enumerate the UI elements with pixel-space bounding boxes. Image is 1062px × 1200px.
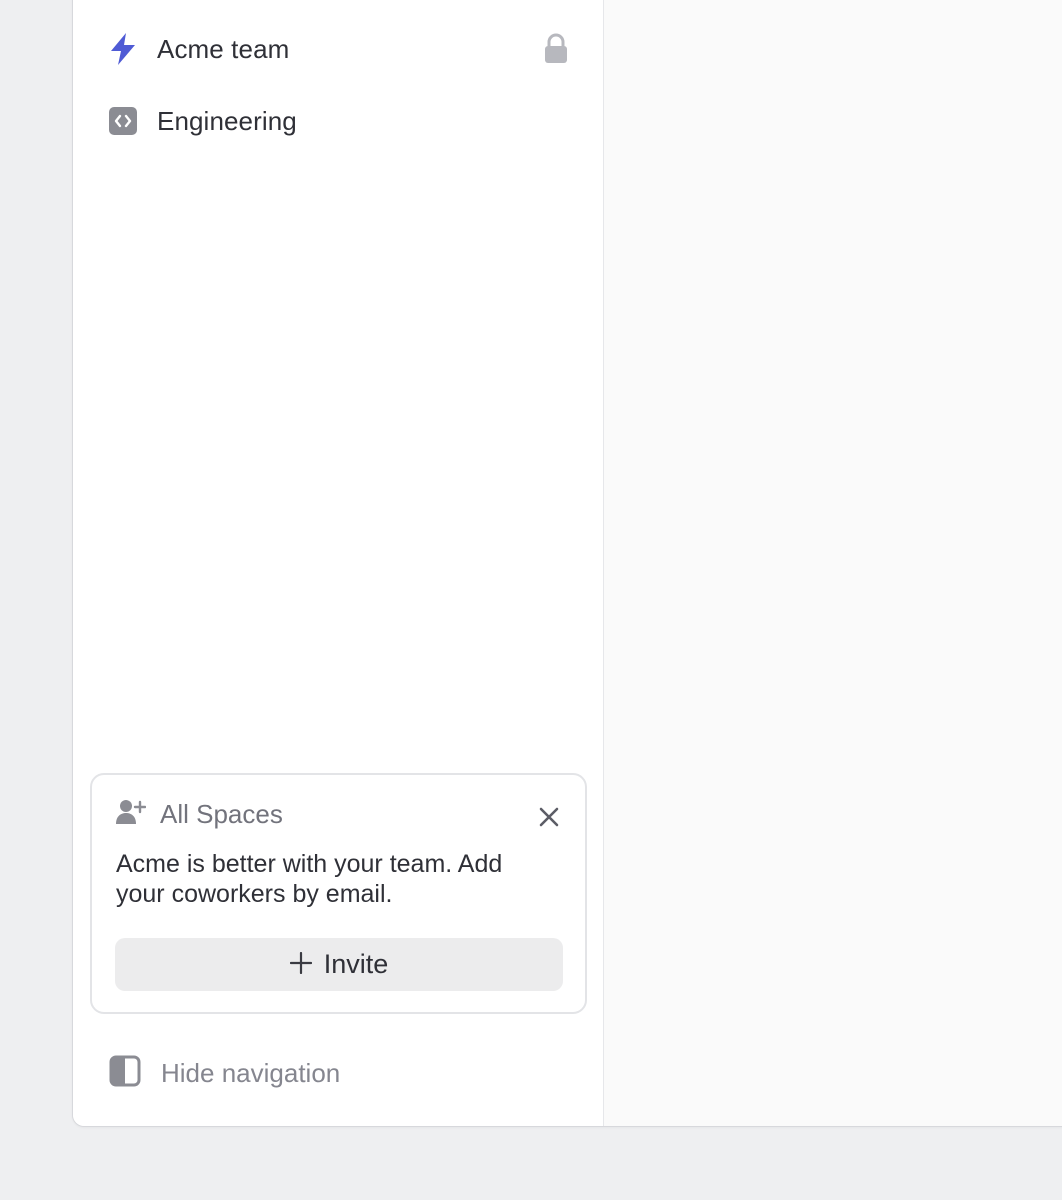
invite-card-message: Acme is better with your team. Add your … (116, 850, 503, 908)
sidebar: Acme team Engineering All Spaces Acme is… (73, 0, 604, 1126)
app-window: Acme team Engineering All Spaces Acme is… (72, 0, 1062, 1127)
sidebar-item-engineering[interactable]: Engineering (107, 93, 569, 149)
invite-card: All Spaces Acme is better with your team… (90, 773, 587, 1014)
hide-navigation-button[interactable]: Hide navigation (109, 1055, 340, 1092)
invite-card-title: All Spaces (160, 799, 283, 829)
invite-card-header: All Spaces (116, 799, 283, 830)
lightning-icon (107, 33, 139, 65)
plus-icon (289, 951, 312, 977)
sidebar-toggle-icon (109, 1055, 141, 1092)
lock-icon (543, 33, 569, 65)
sidebar-item-label: Acme team (157, 33, 290, 64)
hide-navigation-label: Hide navigation (161, 1058, 341, 1088)
main-content (605, 0, 1062, 1126)
invite-button[interactable]: Invite (115, 938, 563, 991)
add-user-icon (116, 799, 147, 830)
invite-button-label: Invite (323, 949, 389, 979)
sidebar-item-label: Engineering (157, 105, 297, 136)
code-icon (107, 105, 139, 137)
close-icon[interactable] (537, 805, 561, 829)
sidebar-item-acme-team[interactable]: Acme team (107, 21, 569, 77)
